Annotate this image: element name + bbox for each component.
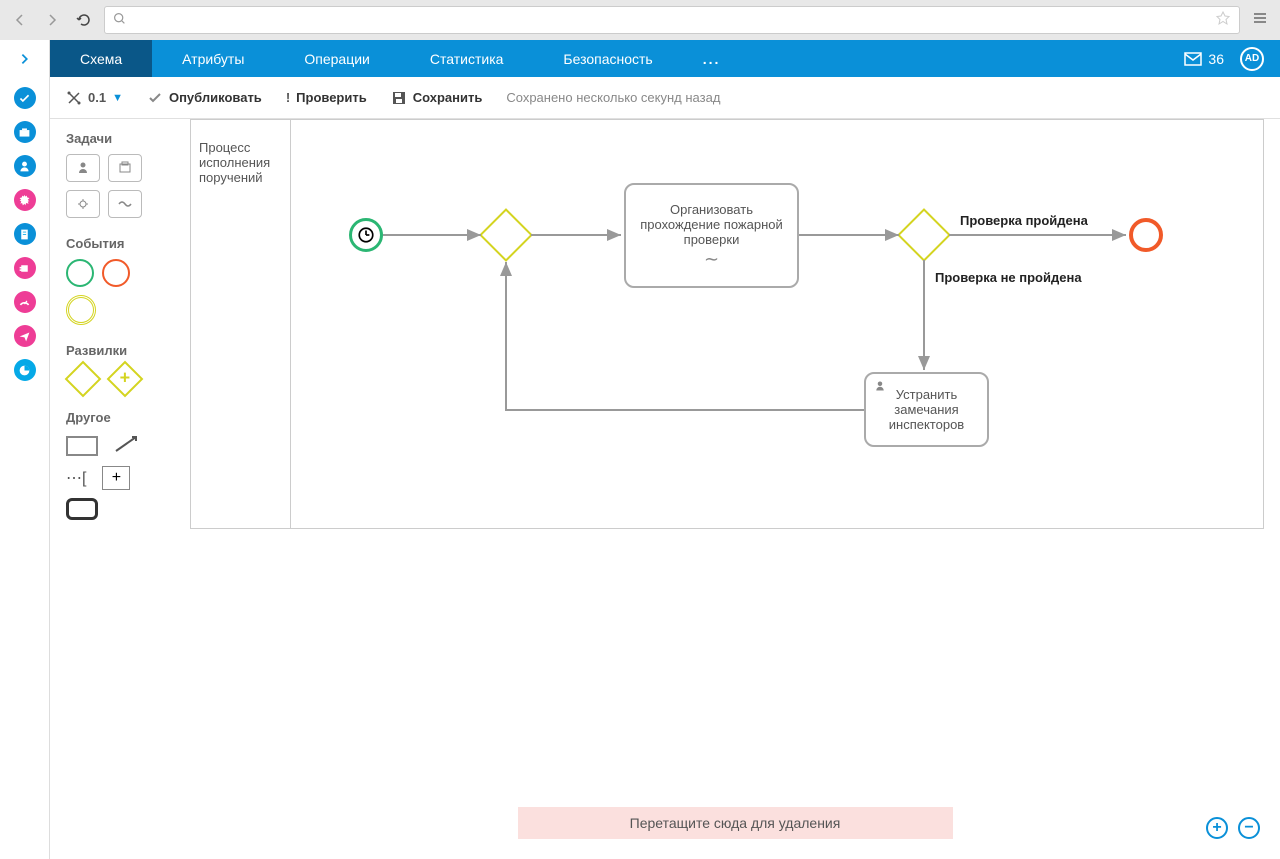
tab-operations[interactable]: Операции: [274, 40, 400, 77]
palette-other-title: Другое: [66, 410, 174, 425]
rail-briefcase-icon[interactable]: [14, 121, 36, 143]
palette-exclusive-gateway[interactable]: [65, 361, 102, 398]
canvas-wrap: Процесс исполнения поручений Организоват…: [190, 119, 1280, 859]
palette-connector[interactable]: [114, 433, 142, 458]
tab-attributes[interactable]: Атрибуты: [152, 40, 274, 77]
palette-user-task[interactable]: [66, 154, 100, 182]
rail-pie-icon[interactable]: [14, 359, 36, 381]
back-button[interactable]: [8, 8, 32, 32]
palette-script-task[interactable]: [66, 190, 100, 218]
lane-header[interactable]: Процесс исполнения поручений: [191, 120, 291, 528]
save-button[interactable]: Сохранить: [391, 90, 483, 106]
avatar[interactable]: AD: [1240, 47, 1264, 71]
user-task-icon: [874, 380, 886, 395]
palette-parallel-gateway[interactable]: [107, 361, 144, 398]
rail-check-icon[interactable]: [14, 87, 36, 109]
start-event[interactable]: [349, 218, 383, 252]
palette-subprocess-task[interactable]: [108, 190, 142, 218]
chevron-down-icon: ▼: [112, 92, 123, 104]
forward-button[interactable]: [40, 8, 64, 32]
zoom-in-button[interactable]: +: [1206, 817, 1228, 839]
browser-menu-icon[interactable]: [1248, 10, 1272, 31]
palette-end-event[interactable]: [102, 259, 130, 287]
delete-dropzone[interactable]: Перетащите сюда для удаления: [518, 807, 953, 839]
warning-icon: !: [286, 90, 290, 105]
diagram-canvas[interactable]: Процесс исполнения поручений Организоват…: [190, 119, 1264, 529]
save-icon: [391, 90, 407, 106]
rail-gear-icon[interactable]: [14, 189, 36, 211]
save-status: Сохранено несколько секунд назад: [506, 90, 720, 105]
flow-arrows: [191, 120, 1263, 528]
palette-gateways-title: Развилки: [66, 343, 174, 358]
search-icon: [113, 12, 126, 28]
end-event[interactable]: [1129, 218, 1163, 252]
tab-schema[interactable]: Схема: [50, 40, 152, 77]
task-fix[interactable]: Устранить замечания инспекторов: [864, 372, 989, 447]
rail-component-icon[interactable]: [14, 257, 36, 279]
zoom-out-button[interactable]: −: [1238, 817, 1260, 839]
palette-pool[interactable]: [66, 498, 98, 520]
check-icon: [147, 90, 163, 106]
palette-tasks-title: Задачи: [66, 131, 174, 146]
rail-document-icon[interactable]: [14, 223, 36, 245]
url-bar[interactable]: [104, 6, 1240, 34]
gateway-decision[interactable]: [897, 208, 951, 262]
flow-label-pass: Проверка пройдена: [960, 213, 1088, 228]
branch-icon: [66, 90, 82, 106]
subprocess-marker-icon: ∼: [704, 249, 719, 270]
tabs-bar: Схема Атрибуты Операции Статистика Безоп…: [50, 40, 1280, 77]
publish-button[interactable]: Опубликовать: [147, 90, 262, 106]
palette-events-title: События: [66, 236, 174, 251]
tab-statistics[interactable]: Статистика: [400, 40, 534, 77]
palette-timer-event[interactable]: [66, 295, 96, 325]
mail-icon: [1184, 52, 1202, 66]
reload-button[interactable]: [72, 8, 96, 32]
palette-expanded-subprocess[interactable]: +: [102, 466, 130, 490]
palette-annotation[interactable]: [66, 436, 98, 456]
messages-count: 36: [1208, 51, 1224, 67]
rail-user-icon[interactable]: [14, 155, 36, 177]
toolbar: 0.1 ▼ Опубликовать ! Проверить Сохранить…: [50, 77, 1280, 119]
check-button[interactable]: ! Проверить: [286, 90, 367, 105]
task-organize[interactable]: Организовать прохождение пожарной провер…: [624, 183, 799, 288]
browser-chrome: [0, 0, 1280, 40]
version-selector[interactable]: 0.1 ▼: [66, 90, 123, 106]
rail-expand-icon[interactable]: [18, 52, 32, 71]
palette: Задачи События: [50, 119, 190, 859]
left-rail: [0, 40, 50, 859]
palette-text-annotation[interactable]: ⋯[: [66, 468, 86, 488]
messages-badge[interactable]: 36: [1184, 51, 1224, 67]
rail-send-icon[interactable]: [14, 325, 36, 347]
flow-label-fail: Проверка не пройдена: [935, 270, 1082, 285]
tab-security[interactable]: Безопасность: [533, 40, 682, 77]
zoom-controls: + −: [1206, 817, 1260, 839]
palette-start-event[interactable]: [66, 259, 94, 287]
gateway-merge[interactable]: [479, 208, 533, 262]
tab-more[interactable]: ...: [683, 40, 741, 77]
palette-service-task[interactable]: [108, 154, 142, 182]
rail-gauge-icon[interactable]: [14, 291, 36, 313]
bookmark-icon[interactable]: [1215, 10, 1231, 31]
